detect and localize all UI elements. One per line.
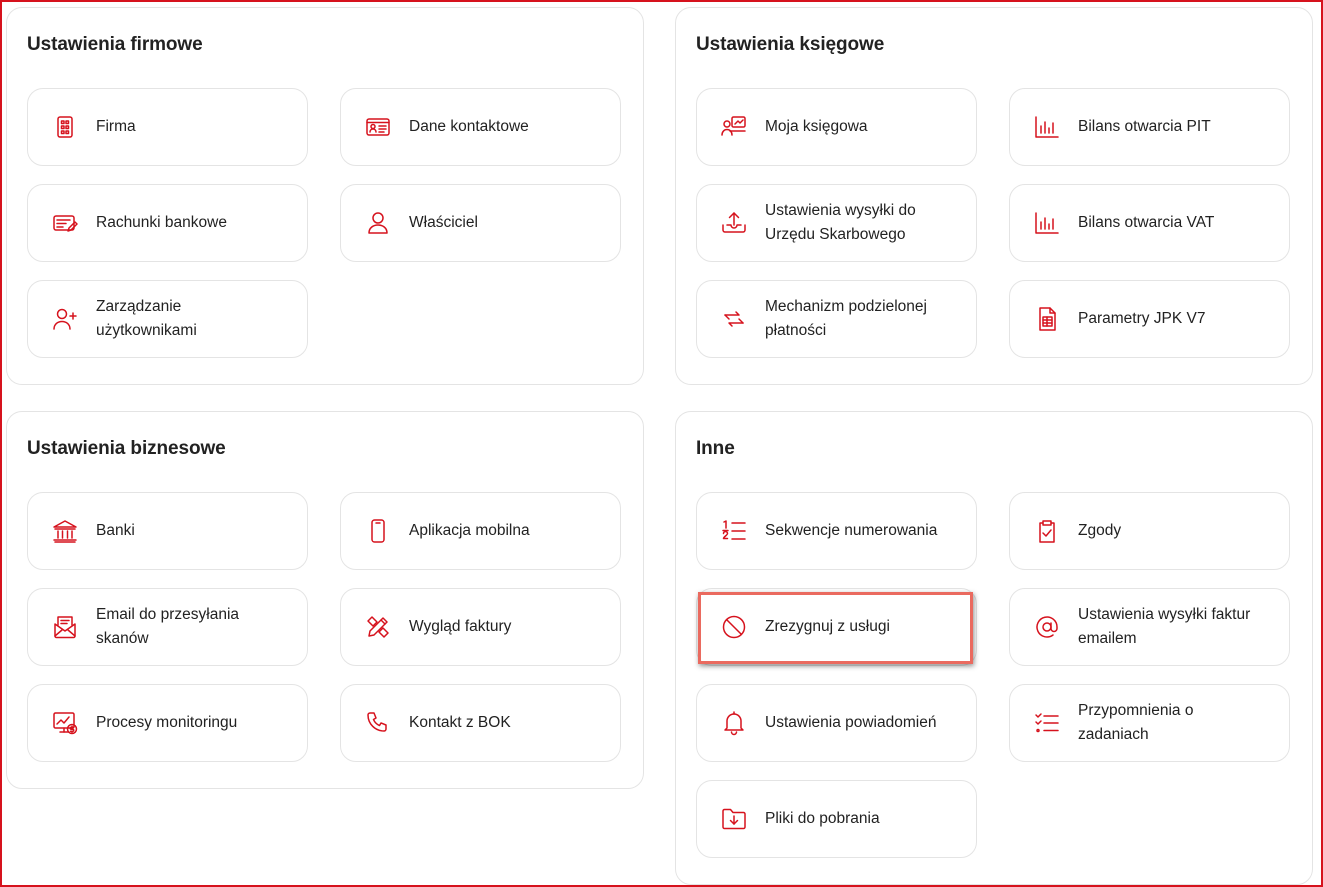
tile-label: Sekwencje numerowania xyxy=(765,522,938,539)
building-icon xyxy=(50,112,80,142)
tile-sekwencje-numerowania[interactable]: Sekwencje numerowania xyxy=(696,492,977,570)
tile-rachunki-bankowe[interactable]: Rachunki bankowe xyxy=(27,184,308,262)
tile-label: Aplikacja mobilna xyxy=(409,522,530,539)
user-icon xyxy=(363,208,393,238)
tile-label: Rachunki bankowe xyxy=(96,214,227,231)
add-user-icon xyxy=(50,304,80,334)
folder-download-icon xyxy=(719,804,749,834)
tile-label: Ustawienia wysyłki faktur emailem xyxy=(1078,606,1251,647)
cancel-circle-icon xyxy=(719,612,749,642)
tile-wysylka-faktur-email[interactable]: Ustawienia wysyłki faktur emailem xyxy=(1009,588,1290,666)
email-inbox-icon xyxy=(50,612,80,642)
tile-dane-kontaktowe[interactable]: Dane kontaktowe xyxy=(340,88,621,166)
tile-email-skany[interactable]: Email do przesyłania skanów xyxy=(27,588,308,666)
tile-label: Pliki do pobrania xyxy=(765,810,880,827)
bar-chart-icon xyxy=(1032,112,1062,142)
at-sign-icon xyxy=(1032,612,1062,642)
accountant-icon xyxy=(719,112,749,142)
checklist-icon xyxy=(1032,708,1062,738)
tile-bilans-vat[interactable]: Bilans otwarcia VAT xyxy=(1009,184,1290,262)
clipboard-check-icon xyxy=(1032,516,1062,546)
tile-label: Procesy monitoringu xyxy=(96,714,238,731)
tile-moja-ksiegowa[interactable]: Moja księgowa xyxy=(696,88,977,166)
tile-label: Email do przesyłania skanów xyxy=(96,606,240,647)
tile-label: Moja księgowa xyxy=(765,118,868,135)
panel-title: Ustawienia księgowe xyxy=(696,34,885,55)
tile-kontakt-bok[interactable]: Kontakt z BOK xyxy=(340,684,621,762)
numbered-list-icon xyxy=(719,516,749,546)
bank-building-icon xyxy=(50,516,80,546)
tile-aplikacja-mobilna[interactable]: Aplikacja mobilna xyxy=(340,492,621,570)
tile-zgody[interactable]: Zgody xyxy=(1009,492,1290,570)
tile-label: Ustawienia powiadomień xyxy=(765,714,937,731)
tile-bilans-pit[interactable]: Bilans otwarcia PIT xyxy=(1009,88,1290,166)
upload-icon xyxy=(719,208,749,238)
tile-label: Dane kontaktowe xyxy=(409,118,529,135)
tile-label: Bilans otwarcia PIT xyxy=(1078,118,1211,135)
panel-title: Inne xyxy=(696,438,735,459)
tile-label: Zgody xyxy=(1078,522,1122,539)
panel-title: Ustawienia firmowe xyxy=(27,34,203,55)
tile-pliki-do-pobrania[interactable]: Pliki do pobrania xyxy=(696,780,977,858)
tile-wyglad-faktury[interactable]: Wygląd faktury xyxy=(340,588,621,666)
tile-label: Kontakt z BOK xyxy=(409,714,511,731)
tile-label: Przypomnienia o zadaniach xyxy=(1078,702,1194,743)
tile-label: Firma xyxy=(96,118,136,135)
tile-wlasciciel[interactable]: Właściciel xyxy=(340,184,621,262)
tile-banki[interactable]: Banki xyxy=(27,492,308,570)
tile-zarzadzanie-uzytkownikami[interactable]: Zarządzanie użytkownikami xyxy=(27,280,308,358)
tile-mechanizm-podzielonej-platnosci[interactable]: Mechanizm podzielonej płatności xyxy=(696,280,977,358)
exchange-arrows-icon xyxy=(719,304,749,334)
tile-label: Mechanizm podzielonej płatności xyxy=(765,298,927,339)
panel-title: Ustawienia biznesowe xyxy=(27,438,226,459)
tile-wysylka-us[interactable]: Ustawienia wysyłki do Urzędu Skarbowego xyxy=(696,184,977,262)
tile-label: Bilans otwarcia VAT xyxy=(1078,214,1215,231)
tile-label: Wygląd faktury xyxy=(409,618,512,635)
contact-card-icon xyxy=(363,112,393,142)
tile-zrezygnuj-z-uslugi[interactable]: Zrezygnuj z usługi xyxy=(696,588,977,666)
tile-label: Zrezygnuj z usługi xyxy=(765,618,890,635)
bank-account-icon xyxy=(50,208,80,238)
design-tools-icon xyxy=(363,612,393,642)
tile-parametry-jpk[interactable]: Parametry JPK V7 xyxy=(1009,280,1290,358)
bell-icon xyxy=(719,708,749,738)
tile-ustawienia-powiadomien[interactable]: Ustawienia powiadomień xyxy=(696,684,977,762)
tile-przypomnienia-o-zadaniach[interactable]: Przypomnienia o zadaniach xyxy=(1009,684,1290,762)
bar-chart-icon xyxy=(1032,208,1062,238)
smartphone-icon xyxy=(363,516,393,546)
tile-label: Ustawienia wysyłki do Urzędu Skarbowego xyxy=(765,202,916,243)
tile-firma[interactable]: Firma xyxy=(27,88,308,166)
tile-procesy-monitoringu[interactable]: Procesy monitoringu xyxy=(27,684,308,762)
tile-label: Parametry JPK V7 xyxy=(1078,310,1206,327)
tile-label: Banki xyxy=(96,522,135,539)
tile-label: Właściciel xyxy=(409,214,478,231)
spreadsheet-document-icon xyxy=(1032,304,1062,334)
phone-icon xyxy=(363,708,393,738)
tile-label: Zarządzanie użytkownikami xyxy=(96,298,197,339)
monitor-chart-icon xyxy=(50,708,80,738)
